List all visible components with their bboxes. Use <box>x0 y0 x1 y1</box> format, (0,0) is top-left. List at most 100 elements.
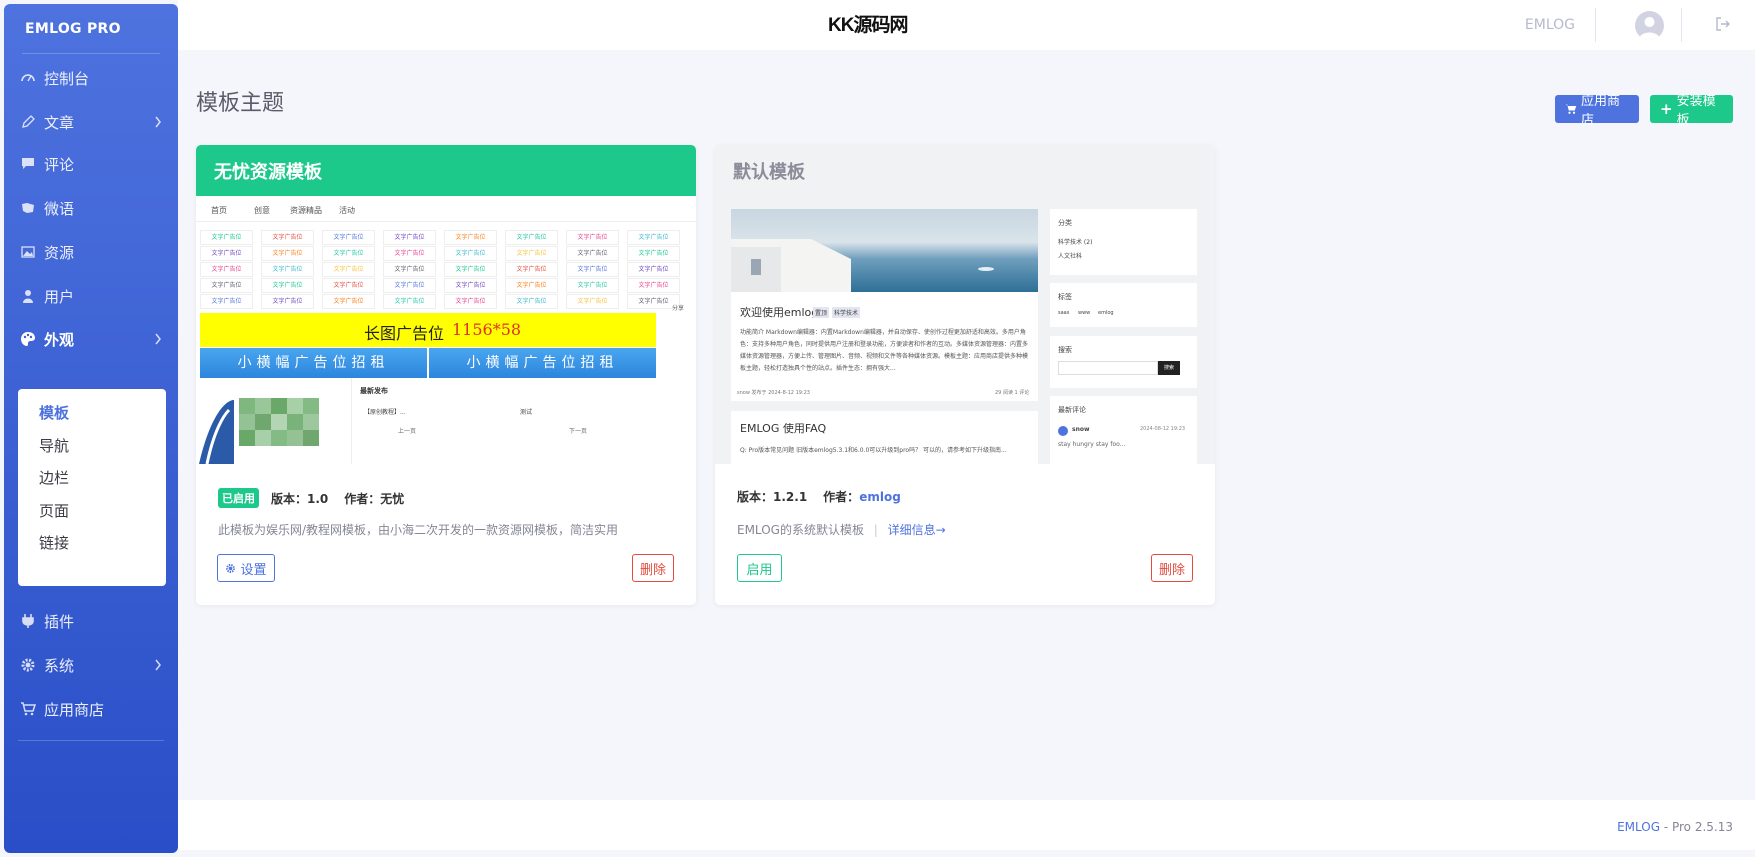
sidebar-item-label: 文章 <box>44 113 75 132</box>
preview-post-card: EMLOG 使用FAQ Q: Pro版本常见问题 旧版本emlog5.3.1和6… <box>731 411 1038 464</box>
palette-icon <box>18 329 38 349</box>
template-author-label: 作者： <box>823 490 860 504</box>
cart-icon <box>18 699 38 719</box>
preview-widget-item: 科学技术 (2) <box>1058 239 1093 246</box>
template-meta: 版本：1.2.1 作者： emlog <box>737 488 901 505</box>
sidebar-item-appearance[interactable]: 外观 <box>18 319 164 359</box>
preview-ad-cell: 文字广告位 <box>444 230 497 245</box>
preview-ad-cell: 文字广告位 <box>261 230 314 245</box>
template-delete-button[interactable]: 删除 <box>1151 554 1193 582</box>
preview-post-body: Q: Pro版本常见问题 旧版本emlog5.3.1和6.0.0可以升级到pro… <box>740 447 1007 454</box>
sidebar-brand[interactable]: EMLOG PRO <box>22 4 160 54</box>
preview-widget-tags: 标签 saas www emlog <box>1050 283 1197 327</box>
preview-post-image <box>731 209 1038 292</box>
avatar[interactable] <box>1635 11 1664 40</box>
preview-nav: 首页 创意 资源精品 活动 <box>196 196 696 222</box>
preview-widget-title: 最新评论 <box>1058 406 1086 414</box>
preview-post-tag: 置顶 <box>813 307 830 318</box>
submenu-item-sidebar[interactable]: 边栏 <box>39 467 69 488</box>
template-card-wuyou: 无忧资源模板 首页 创意 资源精品 活动 文字广告位 文字广告位 文字广告位 文字广告… <box>196 145 696 605</box>
template-delete-button[interactable]: 删除 <box>632 554 674 582</box>
sidebar-item-label: 资源 <box>44 243 75 262</box>
topbar-divider <box>1595 8 1596 42</box>
template-detail-link[interactable]: 详细信息→ <box>888 523 946 537</box>
preview-ad-cell: 文字广告位 <box>322 230 375 245</box>
sidebar-item-microblog[interactable]: 微语 <box>18 188 164 228</box>
cart-icon <box>1565 103 1577 115</box>
sidebar-item-label: 系统 <box>44 656 75 675</box>
template-author-link[interactable]: emlog <box>859 490 901 504</box>
preview-ad-cell: 文字广告位 <box>383 246 436 261</box>
sidebar-item-app-store[interactable]: 应用商店 <box>18 689 164 729</box>
topbar-divider <box>1681 8 1682 42</box>
submenu-item-templates[interactable]: 模板 <box>39 402 69 423</box>
install-template-button[interactable]: + 安装模板 <box>1650 94 1733 128</box>
plug-icon <box>18 611 38 631</box>
preview-ad-cell: 文字广告位 <box>383 262 436 277</box>
sidebar-item-media[interactable]: 资源 <box>18 232 164 272</box>
separator: | <box>873 523 878 537</box>
sidebar-item-label: 评论 <box>44 155 75 174</box>
sidebar: EMLOG PRO 控制台 文章 评论 微语 资源 用户 外观 模板 导航 边栏… <box>4 4 178 853</box>
sidebar-item-articles[interactable]: 文章 <box>18 102 164 142</box>
template-enable-button[interactable]: 启用 <box>737 554 782 582</box>
preview-post-card: 欢迎使用emlog 置顶 科学技术 功能简介 Markdown编辑器：内置Mar… <box>731 209 1038 401</box>
preview-nav-item: 活动 <box>339 206 355 215</box>
sidebar-item-label: 应用商店 <box>44 700 105 719</box>
user-icon <box>18 286 38 306</box>
preview-ad-cell: 文字广告位 <box>261 246 314 261</box>
template-preview[interactable]: 欢迎使用emlog 置顶 科学技术 功能简介 Markdown编辑器：内置Mar… <box>715 196 1215 464</box>
preview-ad-cell: 文字广告位 <box>627 278 680 293</box>
template-meta: 已启用 版本：1.0 作者： 无忧 <box>218 488 404 508</box>
sidebar-item-system[interactable]: 系统 <box>18 645 164 685</box>
chevron-right-icon <box>154 331 162 349</box>
submenu-item-links[interactable]: 链接 <box>39 532 69 553</box>
preview-comment-avatar <box>1058 426 1068 436</box>
preview-small-ad: 小横幅广告位招租 <box>429 348 656 378</box>
sidebar-item-label: 微语 <box>44 199 75 218</box>
sidebar-item-dashboard[interactable]: 控制台 <box>18 58 164 98</box>
banner-label: 长图广告位 <box>364 324 445 343</box>
user-name[interactable]: EMLOG <box>1525 17 1575 33</box>
preview-ad-cell: 文字广告位 <box>505 262 558 277</box>
preview-widget-title: 分类 <box>1058 219 1072 227</box>
submenu-item-navigation[interactable]: 导航 <box>39 435 69 456</box>
status-badge: 已启用 <box>218 488 259 508</box>
footer: EMLOG - Pro 2.5.13 <box>178 800 1755 850</box>
preview-ad-cell: 文字广告位 <box>566 294 619 309</box>
preview-ad-cell: 文字广告位 <box>444 262 497 277</box>
app-store-label: 应用商店 <box>1581 94 1621 128</box>
preview-tag: emlog <box>1098 310 1114 316</box>
footer-version-text: - Pro 2.5.13 <box>1660 820 1733 834</box>
logout-icon[interactable] <box>1715 16 1731 32</box>
preview-ad-cell: 文字广告位 <box>200 246 253 261</box>
preview-ad-cell: 文字广告位 <box>261 262 314 277</box>
sidebar-item-comments[interactable]: 评论 <box>18 144 164 184</box>
preview-ad-cell: 文字广告位 <box>505 246 558 261</box>
preview-post-tag: 科学技术 <box>832 307 861 318</box>
preview-ad-cell: 文字广告位 <box>261 278 314 293</box>
sidebar-item-users[interactable]: 用户 <box>18 276 164 316</box>
template-settings-button[interactable]: 设置 <box>217 554 275 582</box>
template-card-default: 默认模板 欢迎使用emlog 置顶 科学技术 功能简介 Markdown编辑器：… <box>715 145 1215 605</box>
preview-ad-cell: 文字广告位 <box>383 230 436 245</box>
template-version: 版本：1.2.1 <box>737 490 808 504</box>
preview-tag: www <box>1078 310 1091 316</box>
site-logo[interactable]: KK源码网 <box>828 10 908 37</box>
sidebar-item-plugins[interactable]: 插件 <box>18 601 164 641</box>
twitter-icon <box>18 198 38 218</box>
sidebar-item-label: 控制台 <box>44 69 90 88</box>
template-name: 无忧资源模板 <box>196 145 696 196</box>
app-store-button[interactable]: 应用商店 <box>1555 94 1639 128</box>
preview-ad-cell: 文字广告位 <box>261 294 314 309</box>
sidebar-item-label: 外观 <box>44 330 75 349</box>
appearance-submenu: 模板 导航 边栏 页面 链接 <box>18 389 166 586</box>
footer-brand-link[interactable]: EMLOG <box>1617 820 1660 834</box>
pencil-icon <box>18 112 38 132</box>
template-author-label: 作者： <box>344 491 381 506</box>
preview-next: 下一页 <box>569 428 588 435</box>
template-preview[interactable]: 首页 创意 资源精品 活动 文字广告位 文字广告位 文字广告位 文字广告位 文字广告位文… <box>196 196 696 464</box>
preview-tag: saas <box>1058 310 1070 316</box>
preview-post-stats: 29 阅读 1 评论 <box>995 390 1030 396</box>
submenu-item-pages[interactable]: 页面 <box>39 500 69 521</box>
